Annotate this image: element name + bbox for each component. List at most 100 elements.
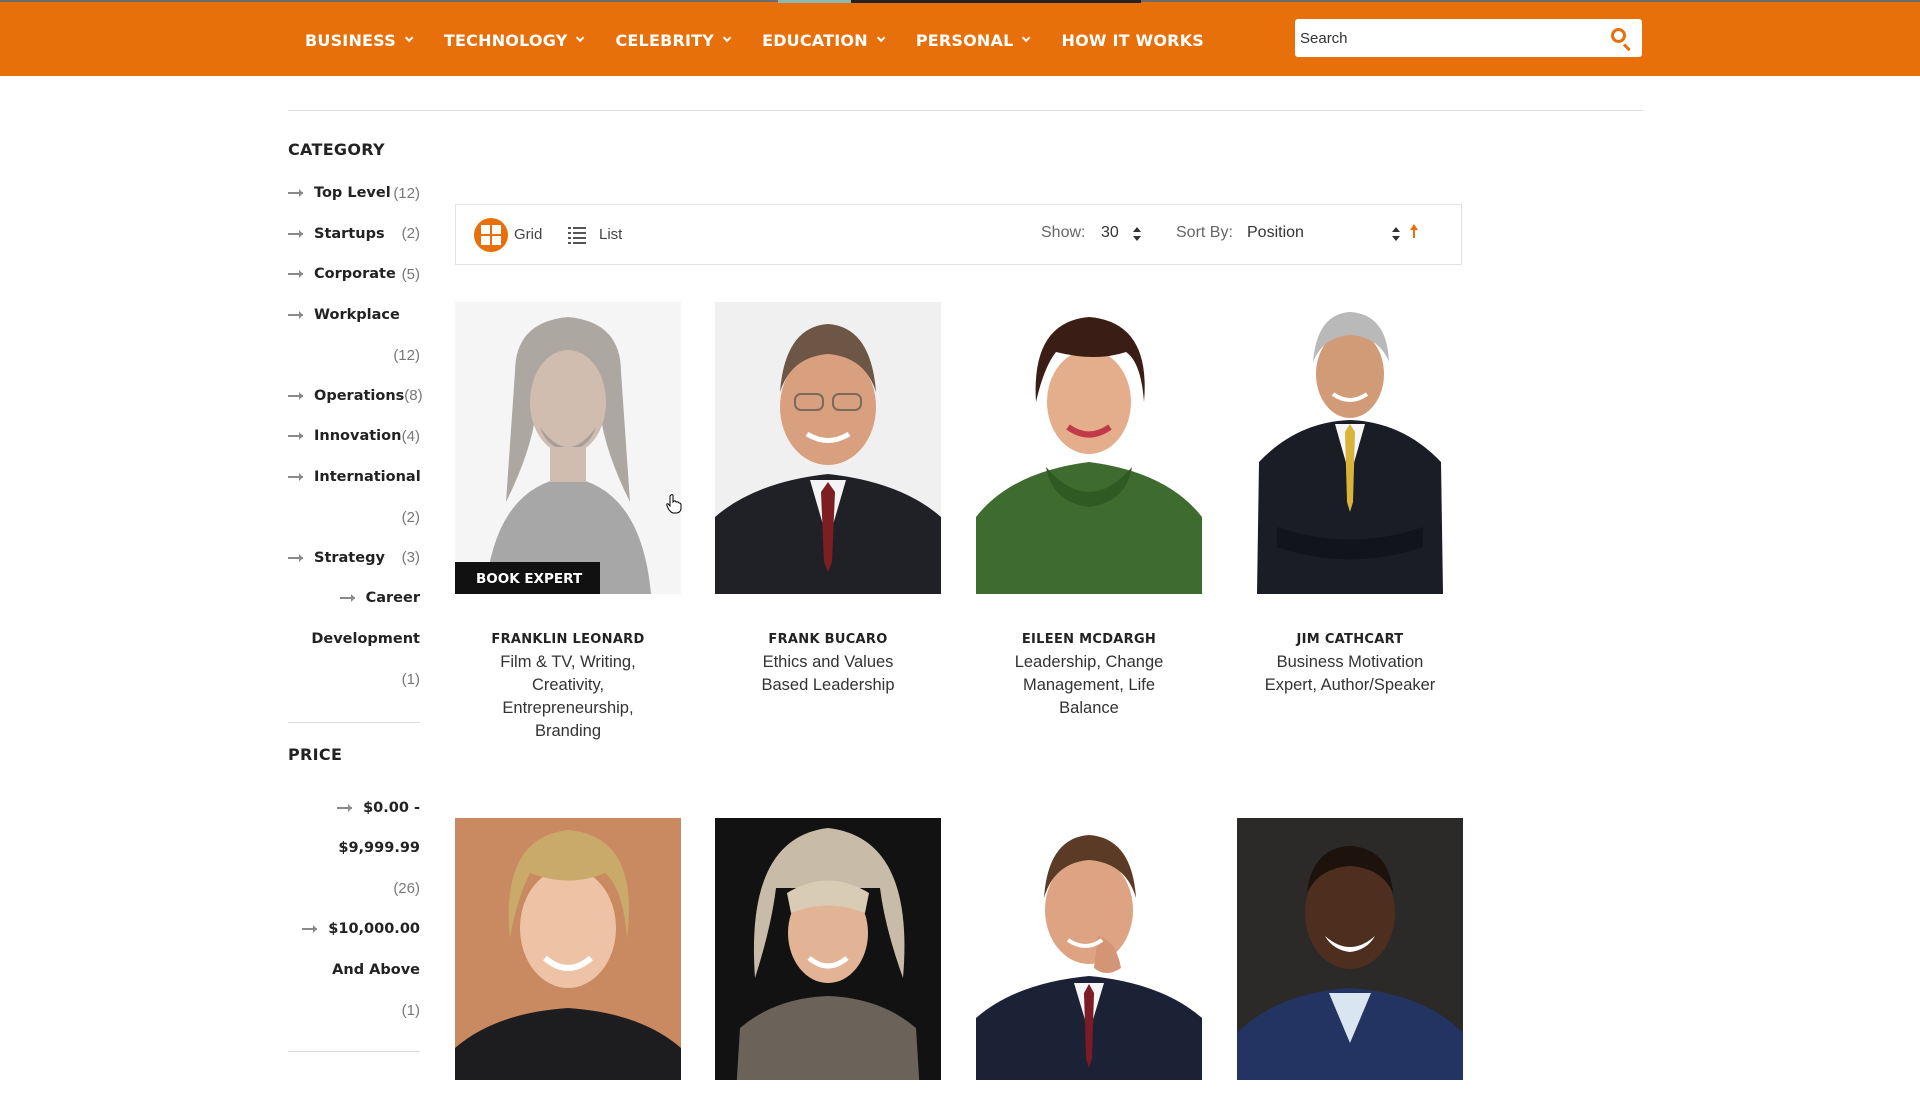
arrow-right-icon [288,229,303,238]
category-list: Top Level (12) Startups (2) Corporate (5… [288,173,423,700]
category-label: Operations [314,387,405,404]
product-card[interactable] [1237,818,1463,1118]
category-label: Strategy [314,549,385,566]
view-toolbar: Grid List Show: 30 Sort By: Position [455,204,1462,265]
nav-business[interactable]: BUSINESS [305,31,414,50]
nav-label: HOW IT WORKS [1061,30,1205,50]
expert-photo[interactable] [976,302,1202,594]
nav-how-it-works[interactable]: HOW IT WORKS [1061,31,1204,50]
hover-overlay [455,302,681,594]
category-label: Innovation [314,428,402,445]
expert-name[interactable]: JIM CATHCART [1237,632,1463,647]
header-divider [288,110,1643,111]
product-card[interactable]: BOOK EXPERT FRANKLIN LEONARD Film & TV, … [455,302,681,743]
price-range-high[interactable]: $10,000.00 [288,909,420,950]
price-label: And Above [332,961,420,978]
portrait-image [1237,818,1463,1080]
category-top-level[interactable]: Top Level (12) [288,173,420,214]
category-label: Top Level [314,185,391,202]
price-range-high-count-row: (1) [288,990,420,1031]
price-range-low[interactable]: $0.00 - [288,788,420,829]
price-count: (1) [401,1001,420,1019]
portrait-image [976,818,1202,1080]
category-count: (8) [404,387,423,405]
arrow-right-icon [288,270,303,279]
grid-view-label[interactable]: Grid [514,226,542,243]
category-workplace[interactable]: Workplace [288,295,420,336]
list-view-icon[interactable] [568,226,586,244]
sort-label: Sort By: [1176,224,1233,241]
nav-personal[interactable]: PERSONAL [915,30,1031,50]
category-count: (12) [393,346,420,364]
category-count: (2) [401,508,420,526]
grid-view-icon[interactable] [474,218,508,252]
expert-photo[interactable] [976,818,1202,1080]
expert-photo[interactable] [455,818,681,1080]
expert-name[interactable]: FRANKLIN LEONARD [455,632,681,647]
expert-description: Business Motivation Expert, Author/Speak… [1264,653,1436,694]
category-career-development-line2: Development [288,619,420,660]
category-label: International [314,468,421,485]
category-international-count-row: (2) [288,497,420,538]
expert-photo[interactable] [715,818,941,1080]
show-limit-select[interactable]: 30 [1101,224,1119,242]
expert-name[interactable]: EILEEN MCDARGH [976,632,1202,647]
portrait-image [1237,302,1463,594]
category-career-development[interactable]: Career [288,578,420,619]
category-international[interactable]: International [288,457,421,498]
arrow-right-icon [339,594,355,603]
category-label: Corporate [314,266,396,283]
price-heading: PRICE [288,744,343,764]
category-count: (3) [401,549,420,567]
arrow-right-icon [288,391,303,400]
arrow-right-icon [302,925,318,934]
product-card[interactable]: EILEEN MCDARGH Leadership, Change Manage… [976,302,1202,720]
price-label: $9,999.99 [338,840,420,857]
category-startups[interactable]: Startups (2) [288,214,420,255]
portrait-image [455,818,681,1080]
nav-label: EDUCATION [762,30,868,50]
sort-ascending-arrow-icon[interactable] [1409,224,1419,240]
nav-label: PERSONAL [915,30,1014,50]
search-icon[interactable] [1602,19,1642,57]
filter-sidebar: CATEGORY Top Level (12) Startups (2) Cor… [288,140,423,1074]
nav-technology[interactable]: TECHNOLOGY [444,31,585,50]
category-count: (12) [393,184,420,202]
expert-photo[interactable]: BOOK EXPERT [455,302,681,594]
category-workplace-count-row: (12) [288,335,420,376]
product-card[interactable]: FRANK BUCARO Ethics and Values Based Lea… [715,302,941,697]
product-card[interactable]: JIM CATHCART Business Motivation Expert,… [1237,302,1463,697]
sidebar-divider [288,1050,420,1052]
category-label: Workplace [314,306,400,323]
updown-caret-icon[interactable] [1133,227,1141,241]
arrow-right-icon [288,472,303,481]
product-card[interactable] [976,818,1202,1118]
list-view-label[interactable]: List [599,226,622,243]
product-card[interactable] [455,818,681,1118]
arrow-right-icon [288,310,303,319]
show-label: Show: [1041,224,1086,241]
updown-caret-icon[interactable] [1392,227,1400,241]
category-innovation[interactable]: Innovation (4) [288,416,420,457]
category-count: (1) [401,670,420,688]
expert-photo[interactable] [715,302,941,594]
expert-photo[interactable] [1237,302,1463,594]
category-operations[interactable]: Operations (8) [288,376,423,417]
arrow-right-icon [288,432,303,441]
price-label: $10,000.00 [328,921,420,938]
expert-name[interactable]: FRANK BUCARO [715,632,941,647]
category-label: Career [365,590,420,607]
nav-celebrity[interactable]: CELEBRITY [615,30,732,50]
nav-label: CELEBRITY [615,30,715,50]
portrait-image [715,818,941,1080]
book-expert-button[interactable]: BOOK EXPERT [455,562,600,594]
category-strategy[interactable]: Strategy (3) [288,538,420,579]
sort-by-select[interactable]: Position [1247,224,1304,242]
nav-education[interactable]: EDUCATION [762,30,886,50]
chevron-down-icon [576,33,585,43]
category-corporate[interactable]: Corporate (5) [288,254,420,295]
expert-photo[interactable] [1237,818,1463,1080]
search-input[interactable] [1295,19,1602,57]
product-card[interactable] [715,818,941,1118]
price-label: $0.00 - [363,799,420,816]
